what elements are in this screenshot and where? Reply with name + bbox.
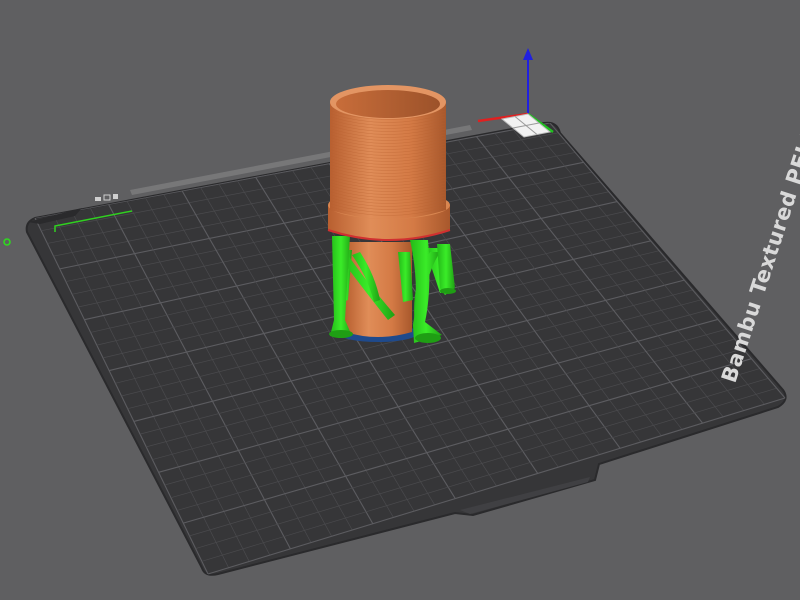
3d-viewport[interactable]: Bambu Textured PEI Plate bbox=[0, 0, 800, 600]
model-cylinder-opening bbox=[336, 90, 440, 118]
